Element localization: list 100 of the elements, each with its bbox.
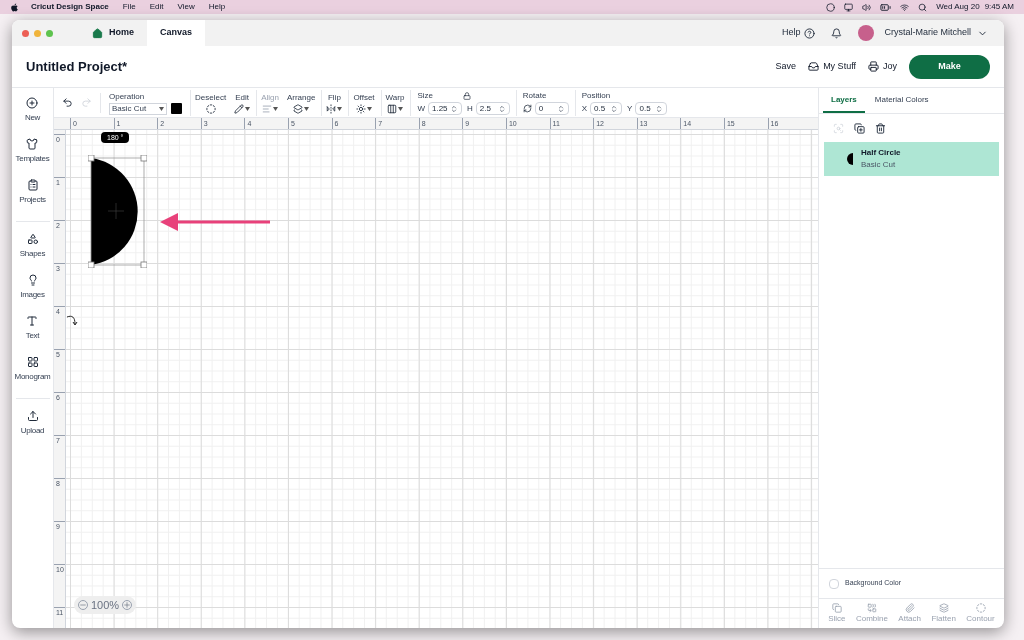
- shirt-icon: [26, 138, 39, 150]
- sidebar-item[interactable]: Monogram: [14, 353, 51, 394]
- width-field[interactable]: 1.25: [428, 102, 462, 115]
- menu-item[interactable]: Help: [208, 1, 226, 13]
- rotate-icon: [522, 104, 532, 113]
- pencil-icon: [234, 103, 245, 114]
- tool-button[interactable]: Deselect: [191, 89, 231, 116]
- rotate-field[interactable]: 0: [534, 102, 569, 115]
- y-label: Y: [627, 102, 633, 115]
- dashed-circle-icon: [205, 103, 216, 114]
- menu-item[interactable]: Edit: [149, 1, 164, 13]
- header-action[interactable]: Joy: [868, 59, 897, 74]
- text-icon: [26, 315, 39, 327]
- duplicate-icon[interactable]: [854, 122, 865, 134]
- stepper-icon[interactable]: [655, 104, 664, 113]
- panel-tab[interactable]: Layers: [823, 88, 865, 113]
- width-label: W: [417, 102, 425, 115]
- y-field[interactable]: 0.5: [635, 102, 668, 115]
- dashed-circle-icon: [975, 602, 986, 613]
- search-icon[interactable]: [918, 2, 928, 12]
- stepper-icon[interactable]: [610, 104, 619, 113]
- tool-button[interactable]: Arrange: [282, 89, 323, 116]
- tool-button[interactable]: Edit: [230, 89, 258, 116]
- sun-icon: [356, 103, 366, 114]
- layers-icon: [938, 602, 949, 613]
- menu-item[interactable]: View: [177, 1, 195, 13]
- menu-time[interactable]: 9:45 AM: [984, 1, 1014, 13]
- tool-button[interactable]: Warp: [381, 89, 412, 116]
- apple-icon[interactable]: [10, 2, 19, 12]
- menu-date[interactable]: Wed Aug 20: [936, 1, 980, 13]
- sidebar-item[interactable]: Projects: [19, 176, 46, 217]
- close-button[interactable]: [22, 29, 29, 37]
- x-label: X: [581, 102, 588, 115]
- make-button[interactable]: Make: [909, 54, 990, 79]
- lightbulb-icon: [26, 274, 39, 286]
- tool-button[interactable]: Flip: [322, 89, 350, 116]
- height-label: H: [467, 102, 473, 115]
- new-icon: [26, 97, 39, 109]
- avatar-icon[interactable]: [858, 25, 875, 41]
- bell-icon[interactable]: [831, 27, 843, 39]
- copy-icon: [831, 602, 842, 613]
- status-icon[interactable]: [826, 2, 836, 12]
- color-swatch[interactable]: [171, 103, 182, 114]
- size-label: Size: [417, 90, 433, 102]
- rotate-label: Rotate: [522, 90, 548, 102]
- stepper-icon[interactable]: [450, 104, 458, 113]
- sidebar-item[interactable]: Images: [20, 271, 45, 312]
- layer-operation: Basic Cut: [861, 159, 897, 171]
- flip-icon: [326, 103, 337, 114]
- sidebar-item[interactable]: Shapes: [19, 230, 46, 271]
- wifi-icon[interactable]: [900, 2, 910, 12]
- upload-icon: [26, 410, 39, 422]
- stepper-icon[interactable]: [556, 104, 565, 113]
- sidebar-item[interactable]: Upload: [20, 407, 45, 448]
- caret-icon: [337, 106, 343, 111]
- height-field[interactable]: 2.5: [475, 102, 510, 115]
- caret-icon: [367, 106, 372, 111]
- undo-icon[interactable]: [62, 97, 73, 108]
- layer-name: Half Circle: [861, 147, 901, 159]
- home-icon: [92, 27, 103, 39]
- sidebar-item[interactable]: Text: [25, 312, 40, 353]
- operation-select[interactable]: Basic Cut: [109, 102, 167, 115]
- help-button[interactable]: Help: [781, 26, 816, 40]
- header-action[interactable]: My Stuff: [808, 59, 856, 74]
- user-menu[interactable]: Crystal-Marie Mitchell: [884, 26, 988, 40]
- battery-icon[interactable]: [880, 1, 892, 13]
- app-name[interactable]: Cricut Design Space: [31, 1, 109, 13]
- rotate-handle-icon[interactable]: [66, 314, 78, 326]
- delete-icon[interactable]: [875, 122, 886, 134]
- caret-icon: [273, 106, 278, 111]
- x-field[interactable]: 0.5: [590, 102, 623, 115]
- sidebar-item[interactable]: New: [24, 94, 41, 135]
- volume-icon[interactable]: [862, 2, 872, 12]
- panel-tab[interactable]: Material Colors: [866, 88, 937, 113]
- clipboard-icon: [26, 179, 39, 191]
- background-checkbox[interactable]: [829, 578, 839, 589]
- caret-icon: [159, 106, 164, 111]
- operation-label: Operation: [109, 90, 146, 103]
- paperclip-icon: [904, 602, 915, 613]
- tool-button[interactable]: Offset: [349, 89, 382, 116]
- position-label: Position: [581, 90, 612, 102]
- lock-icon[interactable]: [463, 92, 471, 100]
- align-icon: [262, 103, 272, 114]
- help-icon: [804, 27, 816, 39]
- window-tab[interactable]: Canvas: [147, 20, 206, 46]
- zoom-level: 100%: [91, 597, 120, 613]
- stepper-icon[interactable]: [497, 104, 506, 113]
- header-action[interactable]: Save: [775, 59, 797, 74]
- sidebar-item[interactable]: Templates: [15, 135, 50, 176]
- display-icon[interactable]: [844, 2, 854, 12]
- inbox-icon: [808, 61, 820, 72]
- layer-row[interactable]: Half Circle Basic Cut: [824, 142, 999, 176]
- columns-icon: [387, 103, 397, 114]
- window-tab[interactable]: Home: [79, 20, 147, 46]
- menu-item[interactable]: File: [122, 1, 136, 13]
- shapes-icon: [26, 233, 39, 245]
- zoom-in-icon[interactable]: [122, 600, 133, 610]
- caret-icon: [398, 106, 403, 111]
- zoom-button[interactable]: [46, 29, 53, 37]
- caret-icon: [304, 106, 310, 111]
